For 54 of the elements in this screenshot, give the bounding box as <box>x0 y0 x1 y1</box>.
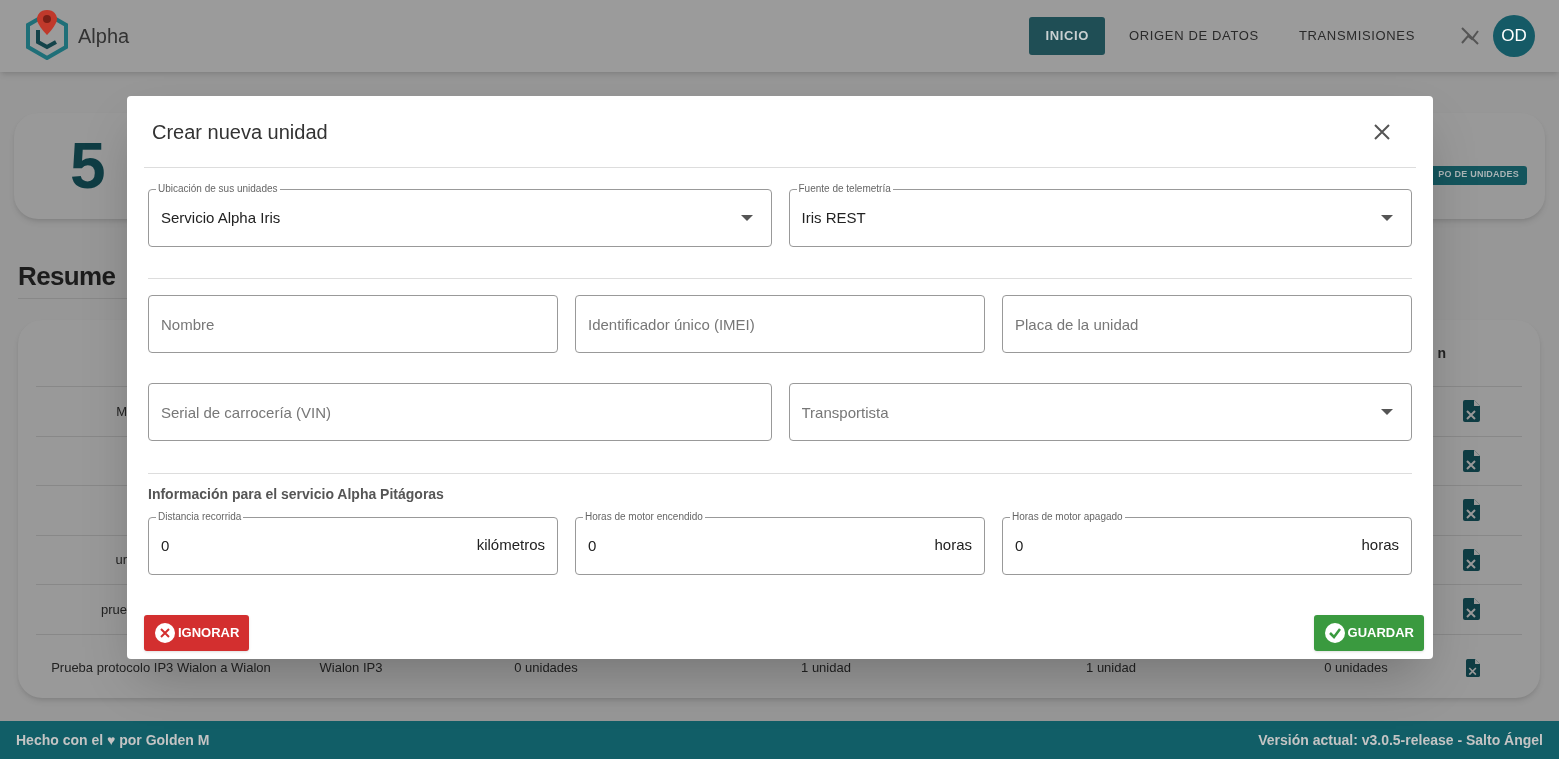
unit-label: horas <box>934 535 972 556</box>
field-label: Horas de motor apagado <box>1011 511 1124 523</box>
input-field[interactable]: Nombre <box>148 295 558 353</box>
cancel-circle-icon <box>154 622 176 644</box>
excel-file-icon[interactable] <box>1466 656 1480 679</box>
table-cell: 0 unidades <box>1324 660 1388 675</box>
close-icon[interactable] <box>1374 123 1390 140</box>
table-cell: 0 unidades <box>514 660 578 675</box>
user-avatar[interactable]: OD <box>1493 15 1535 57</box>
app-name: Alpha <box>78 24 130 49</box>
input-field[interactable]: Placa de la unidad <box>1002 295 1412 353</box>
table-cell: prue <box>100 601 127 617</box>
input-field[interactable]: Serial de carrocería (VIN) <box>148 383 772 441</box>
table-cell: 1 unidad <box>801 660 851 675</box>
excel-file-icon[interactable] <box>1463 499 1480 522</box>
nav-tab[interactable]: TRANSMISIONES <box>1282 17 1431 55</box>
nav-tab[interactable]: ORIGEN DE DATOS <box>1113 17 1275 55</box>
excel-file-icon[interactable] <box>1463 548 1480 571</box>
excel-file-icon[interactable] <box>1463 598 1480 621</box>
ignore-button[interactable]: IGNORAR <box>144 615 250 651</box>
unit-label: kilómetros <box>476 535 545 556</box>
input-field[interactable]: Distancia recorrida 0 kilómetros <box>148 511 558 575</box>
field-label: Distancia recorrida <box>157 511 243 523</box>
stat-value: 5 <box>70 129 106 204</box>
table-cell: ur <box>115 552 127 567</box>
excel-file-icon[interactable] <box>1463 400 1480 423</box>
input-field[interactable]: Horas de motor encendido 0 horas <box>575 511 985 575</box>
nav-tab[interactable]: INICIO <box>1029 17 1105 55</box>
unit-label: horas <box>1361 535 1399 556</box>
check-circle-icon <box>1323 622 1346 644</box>
footer-credit: Hecho con el ♥ por Golden M <box>16 730 210 750</box>
select-field[interactable]: Ubicación de sus unidades Servicio Alpha Iris <box>148 183 772 247</box>
excel-file-icon[interactable] <box>1463 449 1480 472</box>
dropdown-arrow-icon <box>1381 409 1393 415</box>
dialog-title: Crear nueva unidad <box>152 119 328 145</box>
input-field[interactable]: Identificador único (IMEI) <box>575 295 985 353</box>
table-cell: Prueba protocolo IP3 Wialon a Wialon <box>51 660 271 675</box>
version-text: Versión actual: v3.0.5-release - Salto Ángel <box>1258 730 1543 750</box>
section-heading: Información para el servicio Alpha Pitágoras <box>148 485 445 504</box>
save-button[interactable]: GUARDAR <box>1313 615 1424 651</box>
field-label: Horas de motor encendido <box>584 511 704 523</box>
dropdown-arrow-icon <box>740 214 753 221</box>
field-label: Fuente de telemetría <box>797 183 892 195</box>
select-field[interactable]: Transportista <box>788 383 1412 441</box>
field-label: Ubicación de sus unidades <box>157 183 279 195</box>
dropdown-arrow-icon <box>1381 214 1393 221</box>
section-title: Resume <box>18 261 116 291</box>
select-field[interactable]: Fuente de telemetría Iris REST <box>788 183 1412 247</box>
logo-icon <box>24 8 70 60</box>
table-cell: Wialon IP3 <box>319 660 383 675</box>
table-cell: M <box>116 403 127 419</box>
column-header: n <box>1437 343 1446 363</box>
table-cell: 1 unidad <box>1086 660 1136 675</box>
input-field[interactable]: Horas de motor apagado 0 horas <box>1002 511 1412 575</box>
